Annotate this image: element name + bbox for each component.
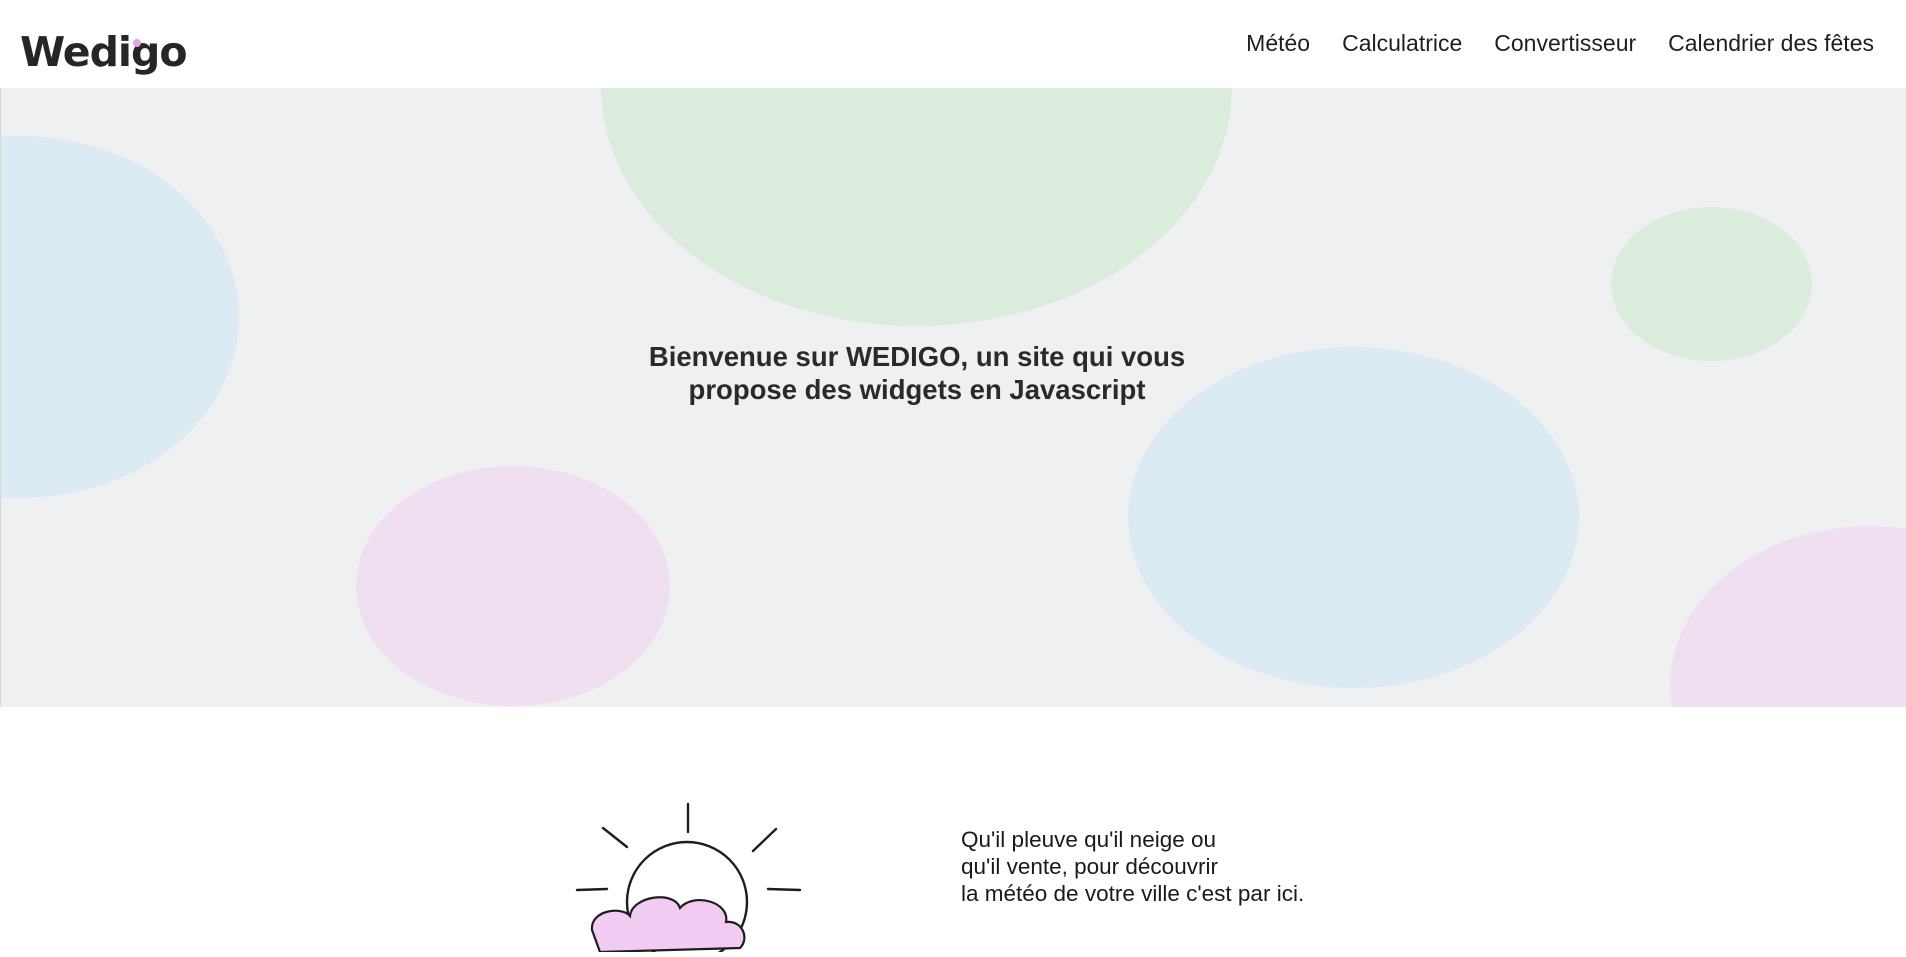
feature-weather: Qu'il pleuve qu'il neige ou qu'il vente,… [0, 707, 1906, 957]
decorative-blob-green-top [601, 88, 1232, 326]
nav-link-convertisseur[interactable]: Convertisseur [1494, 30, 1636, 57]
feature-weather-line-1: Qu'il pleuve qu'il neige ou [961, 827, 1217, 852]
logo-text: Wedigo [20, 28, 187, 76]
decorative-blob-pink-right [1670, 526, 1906, 707]
logo-dot-icon [133, 39, 141, 47]
feature-weather-text: Qu'il pleuve qu'il neige ou qu'il vente,… [961, 826, 1304, 907]
feature-weather-line-3: la météo de votre ville c'est par ici. [961, 881, 1305, 906]
navbar: Wedigo Météo Calculatrice Convertisseur … [0, 0, 1906, 88]
nav-link-meteo[interactable]: Météo [1246, 30, 1310, 57]
hero-title: Bienvenue sur WEDIGO, un site qui vous p… [648, 341, 1186, 405]
main-nav: Météo Calculatrice Convertisseur Calendr… [1246, 30, 1874, 57]
sun-cloud-icon[interactable] [570, 792, 810, 957]
nav-link-calculatrice[interactable]: Calculatrice [1342, 30, 1462, 57]
feature-weather-line-2: qu'il vente, pour découvrir [961, 854, 1218, 879]
hero-banner: Bienvenue sur WEDIGO, un site qui vous p… [0, 88, 1906, 707]
nav-link-calendrier[interactable]: Calendrier des fêtes [1668, 30, 1874, 57]
decorative-blob-green-right [1611, 207, 1812, 361]
decorative-blob-blue-left [1, 136, 239, 498]
logo[interactable]: Wedigo [20, 26, 187, 76]
sun-cloud-icon-graphic [575, 802, 802, 957]
decorative-blob-pink-left [356, 466, 670, 706]
